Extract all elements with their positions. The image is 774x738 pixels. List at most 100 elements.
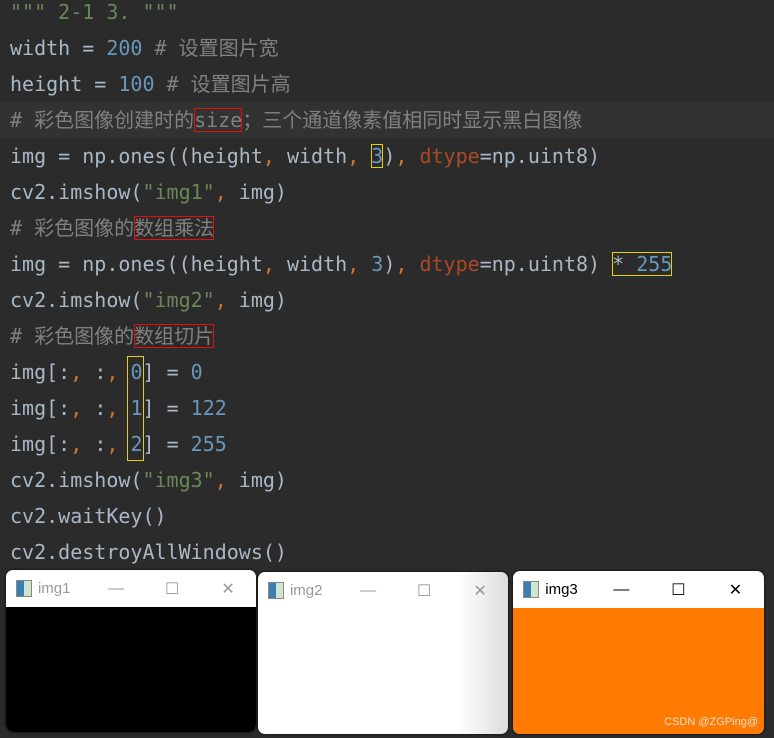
code-token: cv2.waitKey() [10, 504, 167, 528]
code-token: cv2.imshow( [10, 180, 143, 204]
code-token: img) [238, 180, 287, 204]
code-token: img[: [10, 396, 71, 420]
highlighted-token: 数组切片 [134, 324, 215, 348]
code-token: # 设置图片高 [154, 72, 291, 96]
code-token: ) [383, 252, 396, 276]
code-token: width = [10, 36, 107, 60]
window-img3[interactable]: img3 — ☐ ✕ CSDN @ZGPing@ [513, 571, 764, 734]
code-token: # 设置图片宽 [142, 36, 279, 60]
code-token: # 彩色图像的 [10, 324, 135, 348]
code-line[interactable]: img = np.ones((height, width, 3), dtype=… [10, 138, 774, 174]
code-token: img[: [10, 360, 71, 384]
window-img1[interactable]: img1 — ☐ ✕ [6, 570, 256, 732]
code-token: ] = [142, 396, 191, 420]
title-bar[interactable]: img3 — ☐ ✕ [513, 571, 764, 608]
code-line[interactable]: img = np.ones((height, width, 3), dtype=… [10, 246, 774, 282]
code-token: =np.uint8) [479, 252, 613, 276]
code-line[interactable]: width = 200 # 设置图片宽 [10, 30, 774, 66]
code-line[interactable]: # 彩色图像创建时的size；三个通道像素值相同时显示黑白图像 [0, 102, 774, 138]
code-token: "img1" [142, 180, 215, 204]
code-token: 255 [190, 432, 227, 456]
code-token: 3 [371, 252, 384, 276]
code-token: 100 [118, 72, 155, 96]
code-line[interactable]: height = 100 # 设置图片高 [10, 66, 774, 102]
code-editor[interactable]: """ 2-1 3. """ width = 200 # 设置图片宽 height … [0, 0, 774, 570]
code-token: width [286, 144, 348, 168]
code-token: : [94, 432, 107, 456]
code-token: , [262, 252, 287, 276]
code-line[interactable]: cv2.waitKey() [10, 498, 774, 534]
code-line[interactable]: # 彩色图像的数组切片 [10, 318, 774, 354]
code-token: , [395, 252, 420, 276]
code-token: cv2.destroyAllWindows() [10, 540, 287, 564]
title-bar[interactable]: img1 — ☐ ✕ [6, 570, 256, 607]
code-token: ] = [142, 432, 191, 456]
code-token: img = np.ones((height [10, 252, 263, 276]
code-token: # 彩色图像的 [10, 216, 135, 240]
code-line[interactable]: img[:, :, 0] = 0 [10, 354, 774, 390]
code-token: 0 [190, 360, 203, 384]
window-title: img3 [545, 581, 578, 598]
code-token: height = [10, 72, 119, 96]
code-token: cv2.imshow( [10, 468, 143, 492]
image-canvas [258, 609, 508, 734]
code-line[interactable]: cv2.imshow("img3", img) [10, 462, 774, 498]
code-token: , [214, 468, 239, 492]
title-bar[interactable]: img2 — ☐ ✕ [258, 572, 508, 609]
code-token: "img2" [142, 288, 215, 312]
code-token: """ 2-1 3. """ [10, 0, 179, 24]
code-token: , [395, 144, 420, 168]
code-token: , [214, 288, 239, 312]
window-title: img1 [37, 580, 71, 597]
code-token: 200 [106, 36, 143, 60]
code-line[interactable]: cv2.destroyAllWindows() [10, 534, 774, 570]
code-token: =np.uint8) [479, 144, 601, 168]
window-img2[interactable]: img2 — ☐ ✕ [258, 572, 508, 734]
maximize-button[interactable]: ☐ [396, 581, 452, 601]
highlighted-token: 3 [371, 144, 384, 168]
code-line[interactable]: # 彩色图像的数组乘法 [10, 210, 774, 246]
code-token: ] = [142, 360, 191, 384]
code-token: , [347, 144, 372, 168]
code-token: dtype [419, 252, 480, 276]
minimize-button[interactable]: — [593, 581, 650, 599]
code-token: ；三个通道像素值相同时显示黑白图像 [242, 108, 583, 132]
code-token: cv2.imshow( [10, 288, 143, 312]
code-token: "img3" [142, 468, 215, 492]
code-token: 122 [190, 396, 227, 420]
code-token: , [70, 396, 95, 420]
watermark: CSDN @ZGPing@ [664, 716, 758, 728]
code-token: img = np.ones((height [10, 144, 263, 168]
code-token: , [347, 252, 372, 276]
close-button[interactable]: ✕ [707, 580, 764, 600]
maximize-button[interactable]: ☐ [144, 579, 200, 599]
close-button[interactable]: ✕ [200, 579, 256, 599]
code-token: , [70, 432, 95, 456]
code-token: img[: [10, 432, 71, 456]
code-line[interactable]: cv2.imshow("img2", img) [10, 282, 774, 318]
code-token: width [286, 252, 348, 276]
minimize-button[interactable]: — [88, 580, 144, 598]
code-token: , [262, 144, 287, 168]
code-line[interactable]: """ 2-1 3. """ [10, 0, 774, 30]
code-token: dtype [419, 144, 480, 168]
image-canvas [6, 607, 256, 732]
code-line[interactable]: img[:, :, 1] = 122 [10, 390, 774, 426]
code-token: , [214, 180, 239, 204]
maximize-button[interactable]: ☐ [650, 580, 707, 600]
highlighted-token: size [194, 108, 243, 132]
code-token: : [94, 360, 107, 384]
window-title: img2 [289, 582, 323, 599]
close-button[interactable]: ✕ [452, 581, 508, 601]
code-line[interactable]: cv2.imshow("img1", img) [10, 174, 774, 210]
code-token: , [70, 360, 95, 384]
minimize-button[interactable]: — [340, 582, 396, 600]
highlighted-token: * 255 [612, 252, 673, 276]
code-token: img) [238, 468, 287, 492]
code-line[interactable]: img[:, :, 2] = 255 [10, 426, 774, 462]
channel-index-highlight-box [127, 356, 144, 461]
highlighted-token: 数组乘法 [134, 216, 215, 240]
app-icon [523, 581, 540, 598]
app-icon [268, 582, 284, 599]
code-token: ) [383, 144, 396, 168]
